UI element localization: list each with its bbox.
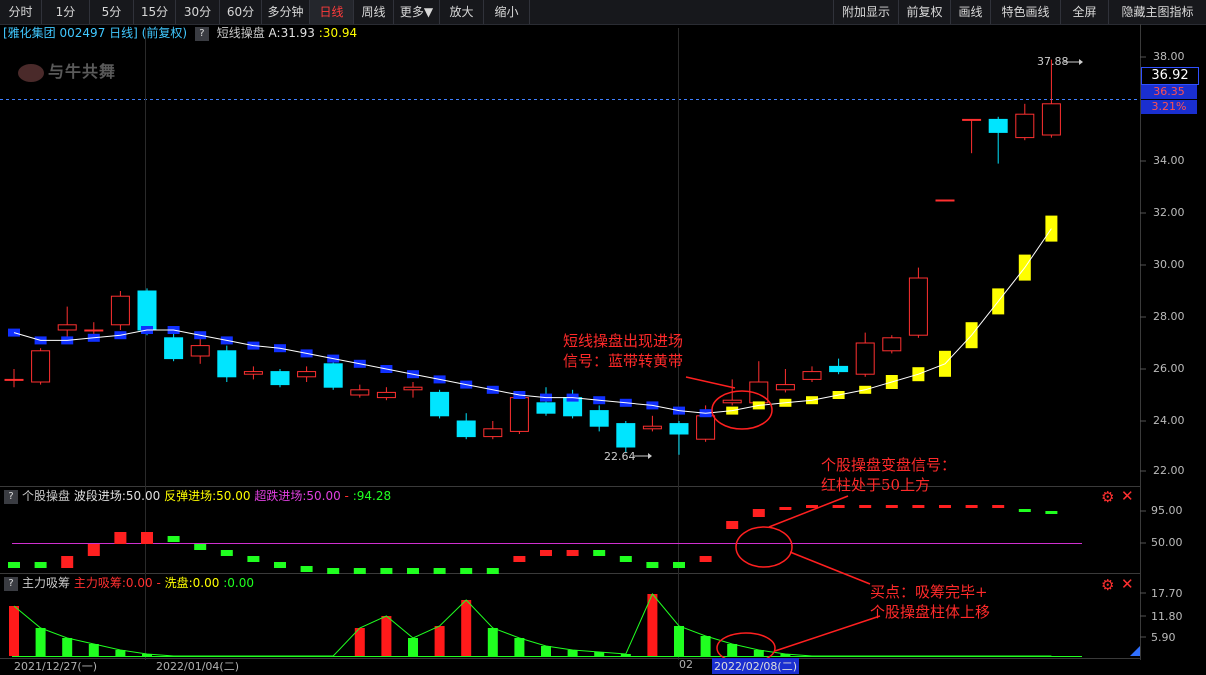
annotation-2-line1: 个股操盘变盘信号： — [821, 456, 957, 474]
annotation-2-line2: 红柱处于50上方 — [821, 476, 931, 494]
ref-price-tag: 36.35 — [1141, 85, 1197, 99]
date-label-cursor: 2022/02/08(二) — [712, 658, 799, 674]
panel3-value: :0.00 — [223, 576, 254, 590]
pointer-line-2 — [768, 495, 849, 528]
price-tick-22: 22.00 — [1153, 464, 1185, 477]
panel3-tick-5: 5.90 — [1151, 631, 1176, 644]
change-pct-tag: 3.21% — [1141, 100, 1197, 114]
dash-icon: - — [344, 489, 349, 503]
panel3-info-line: ? 主力吸筹 主力吸筹:0.00 - 洗盘:0.00 :0.00 — [0, 574, 254, 592]
settings-gear-icon[interactable]: ⚙ — [1101, 488, 1114, 506]
rebound-entry-label: 反弹进场:50.00 — [164, 489, 251, 503]
close-icon[interactable]: ✕ — [1121, 487, 1134, 505]
signal-circle-1 — [711, 390, 773, 430]
pointer-line-1 — [685, 376, 736, 389]
help-icon[interactable]: ? — [4, 489, 18, 504]
annotation-1-line2: 信号：蓝带转黄带 — [563, 352, 684, 370]
low-marker — [634, 453, 652, 459]
low-price-label: 22.64 — [604, 450, 636, 463]
oversold-entry-label: 超跌进场:50.00 — [254, 489, 341, 503]
main-absorb-bars — [9, 594, 791, 656]
panel3-tick-11: 11.80 — [1151, 610, 1183, 623]
panel2-value: :94.28 — [352, 489, 392, 503]
annotation-1: 短线操盘出现进场 信号：蓝带转黄带 — [563, 331, 683, 371]
absorb-label: 主力吸筹:0.00 — [73, 576, 153, 590]
candlestick-series — [4, 59, 1061, 455]
stock-trade-bars — [8, 505, 1058, 574]
price-tick-38: 38.00 — [1153, 50, 1185, 63]
panel2-name[interactable]: 个股操盘 — [22, 489, 70, 503]
price-tick-30: 30.00 — [1153, 258, 1185, 271]
date-label-1: 2021/12/27(一) — [14, 660, 97, 673]
current-price-tag: 36.92 — [1141, 67, 1199, 85]
panel2-tick-50: 50.00 — [1151, 536, 1183, 549]
wash-label: 洗盘:0.00 — [164, 576, 220, 590]
resize-handle[interactable] — [1130, 646, 1140, 656]
panel3-tick-17: 17.70 — [1151, 587, 1183, 600]
high-price-label: 37.88 — [1037, 55, 1069, 68]
short-trade-band — [8, 215, 1058, 418]
help-icon[interactable]: ? — [4, 576, 18, 591]
signal-circle-2 — [735, 526, 793, 568]
annotation-3-line1: 买点：吸筹完毕+ — [870, 583, 988, 601]
panel2-tick-95: 95.00 — [1151, 504, 1183, 517]
annotation-3-line2: 个股操盘柱体上移 — [870, 603, 991, 621]
date-label-2: 2022/01/04(二) — [156, 660, 239, 673]
pointer-line-4 — [774, 615, 881, 652]
price-tick-26: 26.00 — [1153, 362, 1185, 375]
date-label-3: 02 — [679, 658, 693, 671]
pointer-line-3 — [789, 551, 871, 585]
annotation-2: 个股操盘变盘信号： 红柱处于50上方 — [821, 455, 956, 495]
price-tick-32: 32.00 — [1153, 206, 1185, 219]
settings-gear-icon[interactable]: ⚙ — [1101, 576, 1114, 594]
price-tick-28: 28.00 — [1153, 310, 1185, 323]
panel2-info-line: ? 个股操盘 波段进场:50.00 反弹进场:50.00 超跌进场:50.00 -… — [0, 487, 391, 505]
wave-entry-label: 波段进场:50.00 — [73, 489, 161, 503]
close-icon[interactable]: ✕ — [1121, 575, 1134, 593]
price-tick-34: 34.00 — [1153, 154, 1185, 167]
annotation-1-line1: 短线操盘出现进场 — [563, 332, 684, 350]
dash-icon: - — [156, 576, 161, 590]
panel3-name[interactable]: 主力吸筹 — [22, 576, 70, 590]
annotation-3: 买点：吸筹完毕+ 个股操盘柱体上移 — [870, 582, 990, 622]
price-tick-24: 24.00 — [1153, 414, 1185, 427]
